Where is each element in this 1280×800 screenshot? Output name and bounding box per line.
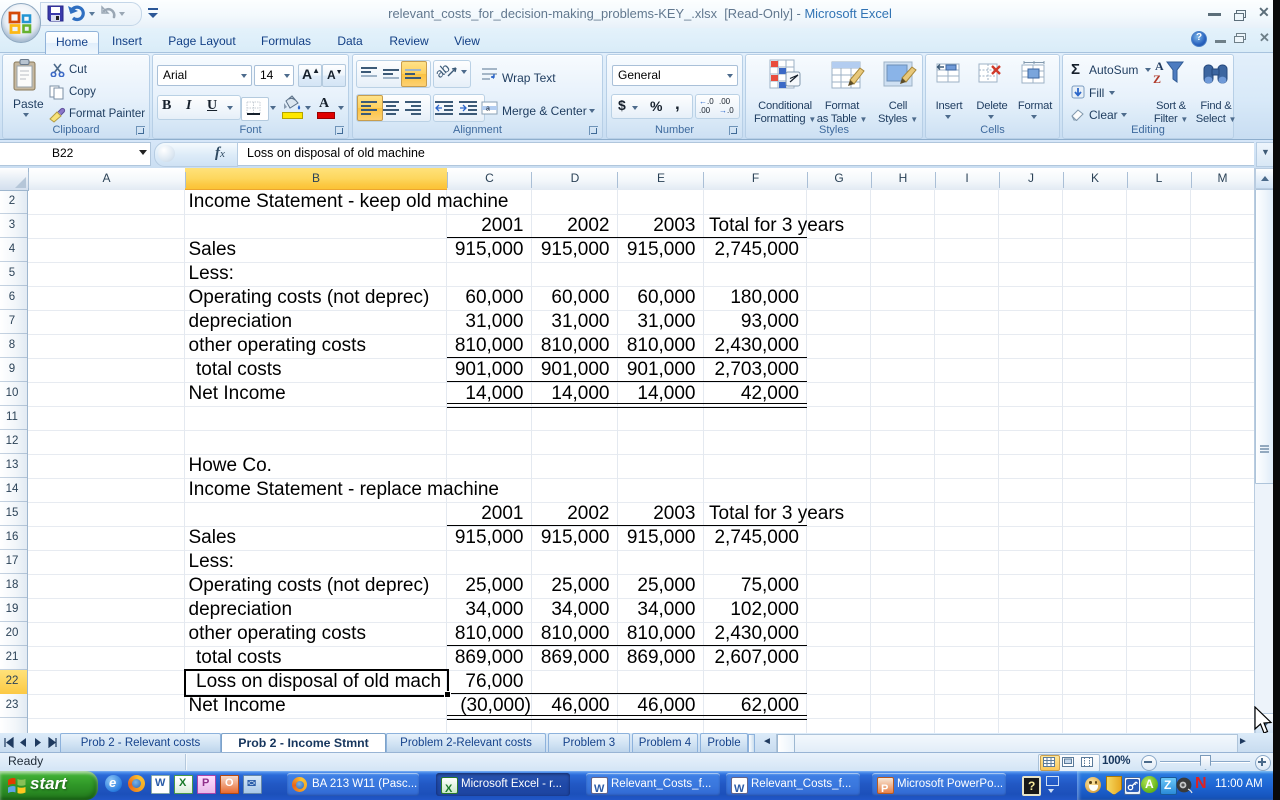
svg-text:a: a xyxy=(486,106,490,113)
